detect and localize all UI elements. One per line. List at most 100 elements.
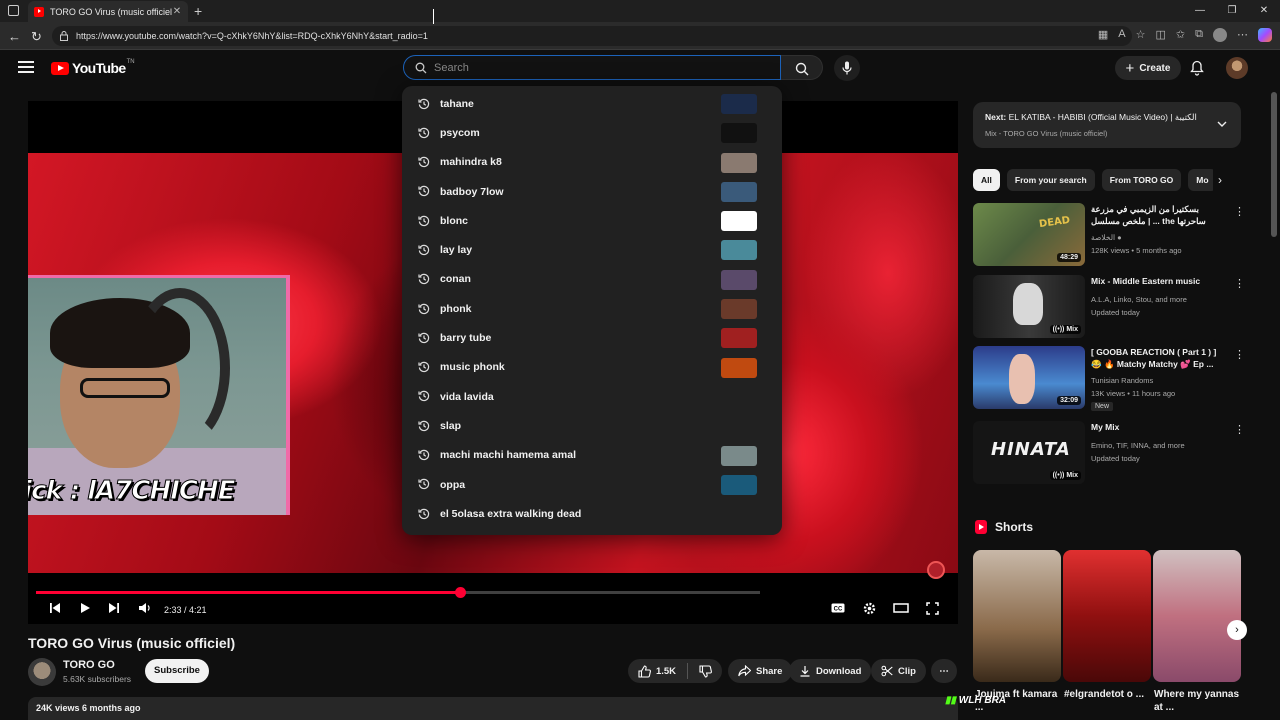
more-menu-icon[interactable]: ⋯ [1237, 28, 1248, 42]
restore-icon[interactable]: ❐ [1216, 0, 1248, 22]
reload-icon[interactable]: ↻ [31, 29, 42, 45]
search-suggestion[interactable]: lay lay [402, 235, 782, 264]
search-suggestion[interactable]: conan [402, 265, 782, 294]
menu-hamburger-icon[interactable] [18, 61, 34, 73]
search-suggestion[interactable]: music phonk [402, 353, 782, 382]
more-horizontal-icon: ⋯ [939, 665, 949, 677]
search-suggestion[interactable]: mahindra k8 [402, 148, 782, 177]
channel-watermark-icon[interactable] [927, 561, 945, 579]
clip-button[interactable]: Clip [871, 659, 926, 683]
previous-icon[interactable] [49, 602, 61, 614]
search-suggestion[interactable]: el 5olasa extra walking dead [402, 499, 782, 528]
search-suggestion[interactable]: machi machi hamema amal [402, 441, 782, 470]
search-suggestion[interactable]: tahane [402, 89, 782, 118]
search-suggestion[interactable]: vida lavida [402, 382, 782, 411]
short-thumbnail[interactable] [973, 550, 1061, 682]
subscribe-button[interactable]: Subscribe [145, 659, 209, 683]
volume-icon[interactable] [138, 602, 152, 614]
like-count[interactable]: 1.5K [656, 666, 676, 677]
create-button[interactable]: + Create [1115, 56, 1181, 80]
short-thumbnail[interactable] [1153, 550, 1241, 682]
description-box[interactable]: 24K views 6 months ago [28, 697, 958, 720]
chevron-right-icon[interactable]: › [1218, 173, 1222, 187]
favorite-star-icon[interactable]: ☆ [1136, 28, 1146, 42]
captions-icon[interactable]: CC [831, 602, 845, 614]
theater-mode-icon[interactable] [893, 602, 909, 614]
video-thumbnail[interactable]: DEAD 48:29 [973, 203, 1085, 266]
chip-more[interactable]: Mo [1188, 169, 1213, 191]
short-thumbnail[interactable] [1063, 550, 1151, 682]
search-suggestion[interactable]: slap [402, 411, 782, 440]
youtube-logo[interactable]: YouTube TN [51, 59, 135, 76]
microphone-icon [842, 61, 852, 75]
search-suggestion[interactable]: badboy 7low [402, 177, 782, 206]
new-tab-icon[interactable]: + [194, 3, 202, 19]
notifications-bell-icon[interactable] [1190, 60, 1204, 76]
minimize-icon[interactable]: — [1184, 0, 1216, 22]
thumbs-down-icon[interactable] [699, 664, 713, 678]
video-thumbnail[interactable]: ((•)) Mix [973, 275, 1085, 338]
search-suggestion[interactable]: oppa [402, 470, 782, 499]
shorts-next-arrow-icon[interactable]: › [1227, 620, 1247, 640]
account-avatar[interactable] [1226, 57, 1248, 79]
thumbnail-person [1013, 283, 1043, 325]
recommendation-item[interactable]: DEAD 48:29 بسكتيرا من الزيمبي في مزرعة س… [973, 203, 1245, 269]
share-button[interactable]: Share [728, 659, 793, 683]
close-window-icon[interactable]: ✕ [1248, 0, 1280, 22]
thumbs-up-icon[interactable] [638, 664, 651, 678]
scrubber-handle[interactable] [455, 587, 467, 598]
search-suggestion[interactable]: psycom [402, 118, 782, 147]
kebab-menu-icon[interactable]: ⋮ [1234, 205, 1245, 218]
chip-from-your-search[interactable]: From your search [1006, 169, 1095, 191]
back-icon[interactable]: ← [8, 29, 21, 44]
chevron-down-icon[interactable] [1217, 120, 1227, 128]
kebab-menu-icon[interactable]: ⋮ [1234, 277, 1245, 290]
up-next-card[interactable]: Next: EL KATIBA - HABIBI (Official Music… [973, 102, 1241, 148]
page-scrollbar[interactable] [1271, 92, 1277, 237]
views-and-date: 24K views 6 months ago [36, 703, 141, 713]
shorts-header: Shorts [975, 520, 1033, 534]
voice-search-button[interactable] [834, 55, 860, 81]
download-button[interactable]: Download [789, 659, 872, 683]
recommendation-item[interactable]: ((•)) Mix Mix - Middle Eastern music A.L… [973, 275, 1245, 341]
search-suggestion[interactable]: phonk [402, 294, 782, 323]
tab-actions-icon[interactable] [8, 5, 19, 16]
collections-icon[interactable]: ⧉ [1195, 28, 1203, 42]
recommendation-item[interactable]: HINATA ((•)) Mix My Mix Emino, TIF, INNA… [973, 421, 1245, 487]
short-title[interactable]: Where my yannas at ... [1154, 688, 1242, 714]
split-screen-icon[interactable]: ◫ [1156, 28, 1166, 42]
chip-all[interactable]: All [973, 169, 1000, 191]
search-suggestion[interactable]: blonc [402, 206, 782, 235]
progress-bar[interactable] [36, 587, 760, 598]
kebab-menu-icon[interactable]: ⋮ [1234, 348, 1245, 361]
browser-tab[interactable]: TORO GO Virus (music officiel) - Yo ✕ [28, 1, 188, 22]
search-input[interactable] [434, 59, 764, 77]
more-actions-button[interactable]: ⋯ [931, 659, 957, 683]
short-title[interactable]: #elgrandetot o ... [1064, 688, 1152, 701]
copilot-icon[interactable] [1258, 28, 1272, 42]
tab-close-icon[interactable]: ✕ [172, 6, 182, 17]
play-icon[interactable] [79, 602, 91, 614]
recommendation-item[interactable]: 32:09 [ GOOBA REACTION ( Part 1 ) ] 😂 🔥 … [973, 346, 1245, 412]
up-next-title: Next: EL KATIBA - HABIBI (Official Music… [985, 112, 1197, 122]
favorites-icon[interactable]: ✩ [1176, 28, 1185, 42]
kebab-menu-icon[interactable]: ⋮ [1234, 423, 1245, 436]
url-field[interactable]: https://www.youtube.com/watch?v=Q-cXhkY6… [52, 26, 1132, 46]
suggestion-text: barry tube [440, 332, 492, 345]
search-button[interactable] [781, 55, 823, 80]
extension-icon[interactable]: ▦ [1098, 28, 1108, 42]
suggestion-text: phonk [440, 302, 472, 315]
channel-name[interactable]: TORO GO [63, 659, 115, 671]
video-thumbnail[interactable]: HINATA ((•)) Mix [973, 421, 1085, 484]
channel-avatar[interactable] [28, 658, 56, 686]
settings-gear-icon[interactable] [863, 602, 876, 615]
chip-from-toro-go[interactable]: From TORO GO [1101, 169, 1182, 191]
profile-icon[interactable] [1213, 28, 1227, 42]
search-box[interactable] [403, 55, 781, 80]
read-aloud-icon[interactable]: A [1118, 28, 1125, 42]
next-icon[interactable] [108, 602, 120, 614]
up-next-playlist: Mix - TORO GO Virus (music officiel) [985, 129, 1108, 138]
video-thumbnail[interactable]: 32:09 [973, 346, 1085, 409]
search-suggestion[interactable]: barry tube [402, 323, 782, 352]
fullscreen-icon[interactable] [926, 602, 939, 615]
